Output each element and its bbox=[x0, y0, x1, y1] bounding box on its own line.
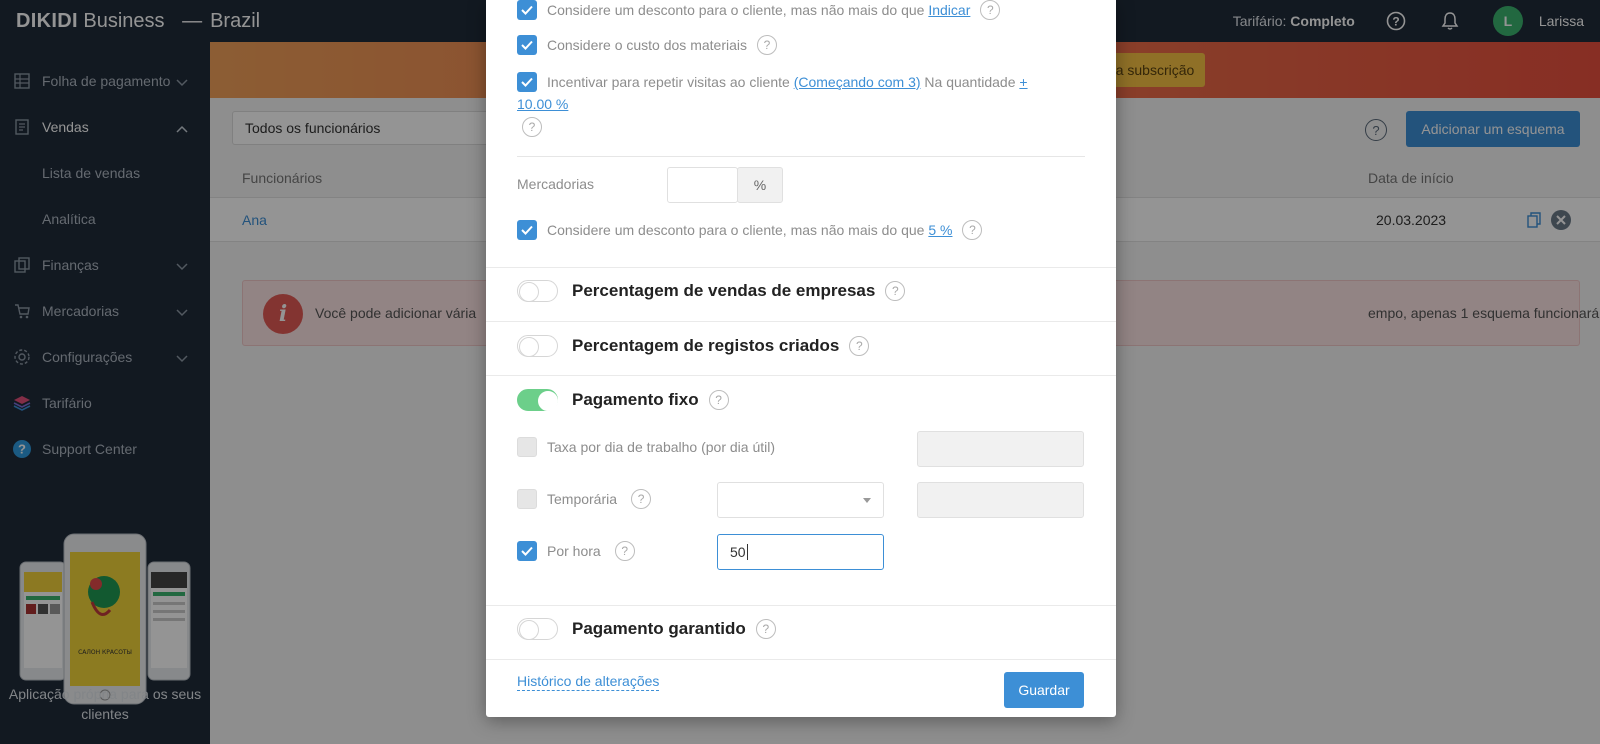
help-icon[interactable]: ? bbox=[708, 390, 729, 410]
records-created-section: Percentagem de registos criados ? bbox=[517, 335, 870, 357]
goods-label-row: Mercadorias bbox=[517, 176, 594, 192]
temporary-amount-input[interactable] bbox=[917, 482, 1084, 518]
rate-per-day-row: Taxa por dia de trabalho (por dia útil) bbox=[517, 437, 775, 457]
per-hour-value: 50 bbox=[730, 544, 746, 560]
divider bbox=[517, 156, 1085, 157]
repeat-visits-label: Incentivar para repetir visitas ao clien… bbox=[547, 74, 1028, 90]
fixed-payment-section: Pagamento fixo ? bbox=[517, 389, 729, 411]
temporary-label: Temporária bbox=[547, 491, 618, 507]
temporary-checkbox[interactable] bbox=[517, 489, 537, 509]
per-hour-input[interactable]: 50 bbox=[717, 534, 884, 570]
divider bbox=[486, 321, 1116, 322]
fixed-payment-title: Pagamento fixo bbox=[572, 390, 699, 409]
repeat-visits-amount-value[interactable]: 10.00 % bbox=[517, 96, 568, 112]
guaranteed-payment-toggle[interactable] bbox=[517, 618, 558, 640]
help-icon[interactable]: ? bbox=[522, 117, 542, 137]
company-sales-title: Percentagem de vendas de empresas bbox=[572, 281, 876, 300]
help-icon[interactable]: ? bbox=[631, 489, 652, 509]
temporary-row: Temporária ? bbox=[517, 489, 652, 509]
divider bbox=[486, 659, 1116, 660]
help-icon[interactable]: ? bbox=[757, 35, 777, 55]
services-discount-label: Considere um desconto para o cliente, ma… bbox=[547, 2, 971, 18]
help-icon[interactable]: ? bbox=[962, 220, 983, 240]
repeat-visits-start-link[interactable]: (Começando com 3) bbox=[794, 74, 921, 90]
records-created-title: Percentagem de registos criados bbox=[572, 336, 840, 355]
company-sales-toggle[interactable] bbox=[517, 280, 558, 302]
materials-checkbox[interactable] bbox=[517, 35, 537, 55]
services-discount-link[interactable]: Indicar bbox=[928, 2, 970, 18]
divider bbox=[486, 267, 1116, 268]
per-hour-row: Por hora ? bbox=[517, 541, 635, 561]
payroll-scheme-modal: Considere um desconto para o cliente, ma… bbox=[486, 0, 1116, 717]
services-discount-checkbox[interactable] bbox=[517, 0, 537, 20]
per-hour-checkbox[interactable] bbox=[517, 541, 537, 561]
services-discount-row: Considere um desconto para o cliente, ma… bbox=[517, 0, 1001, 20]
change-history-link[interactable]: Histórico de alterações bbox=[517, 672, 660, 691]
goods-discount-label: Considere um desconto para o cliente, ma… bbox=[547, 222, 953, 238]
divider bbox=[486, 605, 1116, 606]
help-icon[interactable]: ? bbox=[614, 541, 635, 561]
goods-discount-checkbox[interactable] bbox=[517, 220, 537, 240]
materials-row: Considere o custo dos materiais ? bbox=[517, 35, 777, 55]
temporary-period-select[interactable] bbox=[717, 482, 884, 518]
divider bbox=[486, 375, 1116, 376]
repeat-visits-help: ? bbox=[522, 117, 542, 137]
repeat-visits-amount-link[interactable]: + bbox=[1019, 74, 1027, 90]
text-cursor bbox=[746, 544, 748, 560]
records-created-toggle[interactable] bbox=[517, 335, 558, 357]
guaranteed-payment-section: Pagamento garantido ? bbox=[517, 618, 776, 640]
repeat-visits-checkbox[interactable] bbox=[517, 72, 537, 92]
guaranteed-payment-title: Pagamento garantido bbox=[572, 619, 746, 638]
help-icon[interactable]: ? bbox=[755, 619, 776, 639]
help-icon[interactable]: ? bbox=[849, 336, 870, 356]
goods-percent-unit: % bbox=[737, 167, 783, 203]
repeat-visits-amount-row: 10.00 % bbox=[517, 96, 568, 112]
rate-per-day-label: Taxa por dia de trabalho (por dia útil) bbox=[547, 439, 776, 455]
per-hour-label: Por hora bbox=[547, 543, 601, 559]
chevron-down-icon bbox=[863, 498, 871, 503]
goods-percent-input[interactable] bbox=[667, 167, 738, 203]
materials-label: Considere o custo dos materiais bbox=[547, 37, 747, 53]
rate-per-day-input[interactable] bbox=[917, 431, 1084, 467]
rate-per-day-checkbox[interactable] bbox=[517, 437, 537, 457]
repeat-visits-row: Incentivar para repetir visitas ao clien… bbox=[517, 72, 1028, 92]
goods-discount-row: Considere um desconto para o cliente, ma… bbox=[517, 220, 983, 240]
fixed-payment-toggle[interactable] bbox=[517, 389, 558, 411]
company-sales-section: Percentagem de vendas de empresas ? bbox=[517, 280, 906, 302]
help-icon[interactable]: ? bbox=[980, 0, 1001, 20]
save-button[interactable]: Guardar bbox=[1004, 672, 1084, 708]
help-icon[interactable]: ? bbox=[885, 281, 906, 301]
goods-discount-link[interactable]: 5 % bbox=[928, 222, 952, 238]
goods-label: Mercadorias bbox=[517, 176, 595, 192]
